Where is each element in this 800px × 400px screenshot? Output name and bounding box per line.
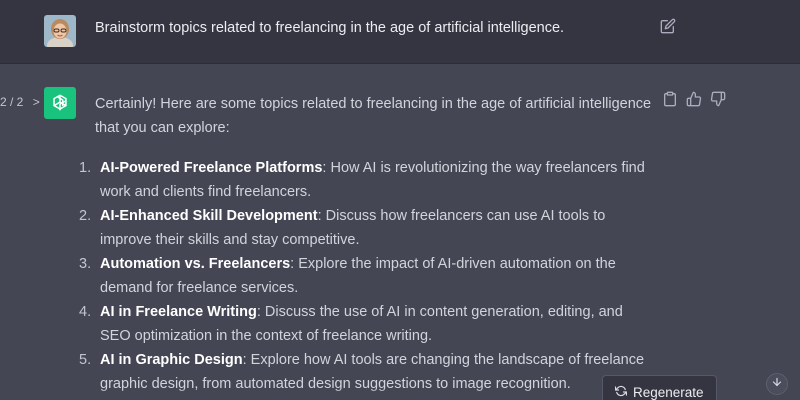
scroll-down-button[interactable] bbox=[766, 373, 788, 395]
list-item: 3. Automation vs. Freelancers: Explore th… bbox=[79, 252, 655, 300]
list-number: 4. bbox=[79, 304, 92, 320]
list-number: 3. bbox=[79, 256, 92, 272]
list-item-title: AI-Powered Freelance Platforms bbox=[100, 160, 323, 176]
list-item: 4. AI in Freelance Writing: Discuss the u… bbox=[79, 300, 655, 348]
response-pager: 2 / 2 > bbox=[0, 95, 40, 109]
assistant-message-content: Certainly! Here are some topics related … bbox=[79, 92, 655, 396]
pager-next-button[interactable]: > bbox=[33, 95, 40, 109]
pager-label: 2 / 2 bbox=[0, 95, 24, 109]
user-message-text: Brainstorm topics related to freelancing… bbox=[95, 20, 565, 36]
list-item-title: AI in Graphic Design bbox=[100, 352, 243, 368]
regenerate-label: Regenerate bbox=[633, 384, 704, 400]
regenerate-button[interactable]: Regenerate bbox=[602, 375, 717, 400]
list-item-title: Automation vs. Freelancers bbox=[100, 256, 291, 272]
list-item: 1. AI-Powered Freelance Platforms: How AI… bbox=[79, 156, 655, 204]
list-item-title: AI in Freelance Writing bbox=[100, 304, 257, 320]
thumbs-up-icon[interactable] bbox=[686, 91, 702, 107]
list-number: 1. bbox=[79, 160, 92, 176]
list-number: 2. bbox=[79, 208, 92, 224]
thumbs-down-icon[interactable] bbox=[710, 91, 726, 107]
user-message-row: Brainstorm topics related to freelancing… bbox=[0, 0, 800, 64]
chatgpt-logo-icon bbox=[44, 87, 76, 119]
pencil-square-icon[interactable] bbox=[660, 18, 678, 36]
list-item-title: AI-Enhanced Skill Development bbox=[100, 208, 318, 224]
topic-list: 1. AI-Powered Freelance Platforms: How AI… bbox=[79, 156, 655, 396]
list-item: 2. AI-Enhanced Skill Development: Discuss… bbox=[79, 204, 655, 252]
user-avatar bbox=[44, 15, 76, 47]
message-actions bbox=[662, 91, 726, 107]
clipboard-icon[interactable] bbox=[662, 91, 678, 107]
refresh-icon bbox=[614, 385, 628, 400]
assistant-intro-text: Certainly! Here are some topics related … bbox=[95, 96, 652, 136]
list-number: 5. bbox=[79, 352, 92, 368]
arrow-down-icon bbox=[771, 375, 783, 393]
